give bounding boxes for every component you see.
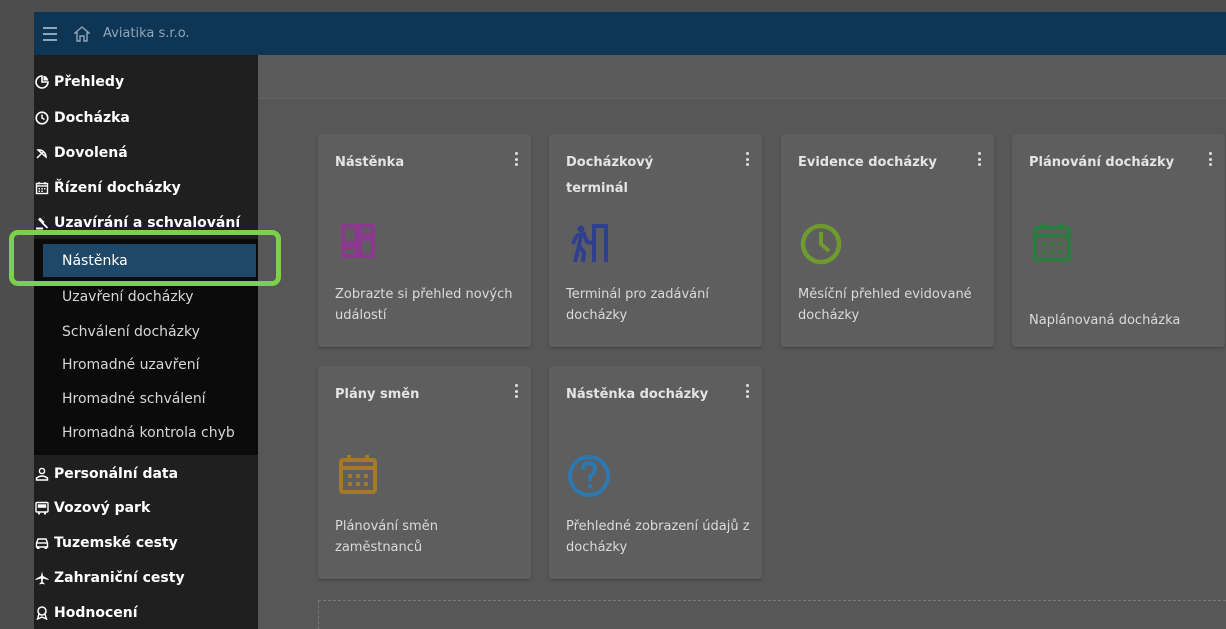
kebab-menu-icon[interactable]	[746, 152, 750, 166]
sidebar-item-dochazka[interactable]: Docházka	[34, 101, 258, 134]
dashed-drop-area	[318, 600, 1226, 629]
help-circle-icon	[568, 455, 610, 497]
sidebar-item-label: Hodnocení	[54, 604, 138, 621]
terminal-walk-icon	[571, 224, 608, 263]
sidebar-item-hodnoceni[interactable]: Hodnocení	[34, 596, 258, 629]
kebab-menu-icon[interactable]	[515, 152, 519, 166]
kebab-menu-icon[interactable]	[978, 152, 982, 166]
card-description: Přehledné zobrazení údajů z docházky	[566, 519, 750, 555]
card-evidence-dochazky[interactable]: Evidence docházky Měsíční přehled evidov…	[781, 134, 994, 347]
sidebar-item-label: Přehledy	[54, 73, 125, 90]
sidebar-item-tuzemske-cesty[interactable]: Tuzemské cesty	[34, 526, 258, 559]
sidebar-item-label: Zahraniční cesty	[54, 569, 185, 586]
content-header-strip	[258, 55, 1226, 99]
card-title: Nástěnka	[335, 155, 405, 170]
airplane-icon	[34, 570, 50, 586]
sidebar-subitem-label: Hromadné schválení	[62, 391, 206, 407]
sidebar-item-label: Docházka	[54, 109, 130, 126]
sidebar-item-label: Personální data	[54, 465, 179, 482]
sidebar-subitem-hromadna-kontrola-chyb[interactable]: Hromadná kontrola chyb	[34, 415, 258, 451]
card-description: Zobrazte si přehled nových událostí	[335, 287, 513, 323]
sidebar-item-rizeni-dochazky[interactable]: Řízení docházky	[34, 171, 258, 204]
calendar-icon	[1033, 223, 1071, 262]
bus-icon	[34, 500, 50, 516]
company-title[interactable]: Aviatika s.r.o.	[103, 26, 190, 41]
sidebar-subitem-label: Hromadná kontrola chyb	[62, 425, 235, 441]
sidebar-item-prehledy[interactable]: Přehledy	[34, 65, 258, 98]
sidebar-item-label: Tuzemské cesty	[54, 534, 178, 551]
kebab-menu-icon[interactable]	[1209, 152, 1213, 166]
sidebar-item-label: Řízení docházky	[54, 179, 181, 196]
card-title: Docházkový terminál	[566, 155, 654, 196]
person-icon	[34, 466, 50, 482]
hamburger-icon[interactable]	[43, 26, 57, 41]
calendar-icon	[339, 455, 377, 494]
award-icon	[34, 605, 50, 621]
sidebar-item-label: Uzavírání a schvalování	[54, 214, 241, 231]
card-plany-smen[interactable]: Plány směn Plánování směn zaměstnanců	[318, 366, 531, 579]
card-dochazkovy-terminal[interactable]: Docházkový terminál Terminál pro zadáván…	[549, 134, 762, 347]
card-title: Plánování docházky	[1029, 155, 1175, 170]
card-planovani-dochazky[interactable]: Plánování docházky Naplánovaná docházka	[1012, 134, 1225, 347]
sidebar-item-zahranicni-cesty[interactable]: Zahraniční cesty	[34, 561, 258, 594]
clock-icon	[800, 223, 842, 265]
home-icon[interactable]	[74, 25, 90, 42]
card-description: Naplánovaná docházka	[1029, 313, 1181, 328]
sidebar-subitem-schvaleni-dochazky[interactable]: Schválení docházky	[34, 314, 258, 350]
card-nastenka[interactable]: Nástěnka Zobrazte si přehled nových udál…	[318, 134, 531, 347]
sidebar-item-label: Dovolená	[54, 144, 128, 161]
beach-icon	[34, 145, 50, 161]
sidebar-item-personalni-data[interactable]: Personální data	[34, 457, 258, 490]
sidebar-item-dovolena[interactable]: Dovolená	[34, 136, 258, 169]
sidebar-item-vozovy-park[interactable]: Vozový park	[34, 491, 258, 524]
card-title: Plány směn	[335, 387, 420, 402]
card-title: Evidence docházky	[798, 155, 937, 170]
card-description: Měsíční přehled evidované docházky	[798, 287, 972, 323]
highlight-frame	[9, 230, 281, 286]
card-title: Nástěnka docházky	[566, 387, 709, 402]
card-nastenka-dochazky[interactable]: Nástěnka docházky Přehledné zobrazení úd…	[549, 366, 762, 579]
kebab-menu-icon[interactable]	[746, 384, 750, 398]
top-bar: Aviatika s.r.o.	[34, 12, 1226, 55]
clock-icon	[34, 110, 50, 126]
pie-chart-icon	[34, 74, 50, 90]
sidebar: Přehledy Docházka Dovolená Řízení docház…	[34, 55, 258, 629]
sidebar-subitem-hromadne-schvaleni[interactable]: Hromadné schválení	[34, 381, 258, 417]
sidebar-subitem-label: Schválení docházky	[62, 324, 200, 340]
kebab-menu-icon[interactable]	[515, 384, 519, 398]
sidebar-subitem-hromadne-uzavreni[interactable]: Hromadné uzavření	[34, 347, 258, 383]
dashboard-icon	[341, 224, 375, 258]
sidebar-subitem-label: Hromadné uzavření	[62, 357, 200, 373]
card-description: Plánování směn zaměstnanců	[335, 519, 438, 555]
sidebar-item-label: Vozový park	[54, 499, 151, 516]
card-description: Terminál pro zadávání docházky	[566, 287, 709, 323]
car-icon	[34, 535, 50, 551]
calendar-icon	[34, 180, 50, 196]
sidebar-subitem-label: Uzavření docházky	[62, 289, 194, 305]
gavel-icon	[34, 215, 50, 231]
